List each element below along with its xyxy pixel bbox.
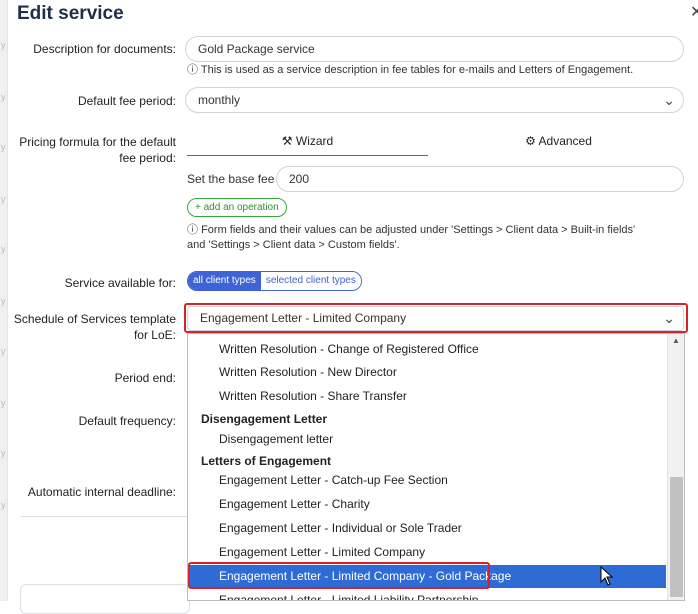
base-fee-value: 200 <box>289 172 310 186</box>
scrollbar-thumb[interactable] <box>670 477 683 597</box>
pricing-label-line1: Pricing formula for the default <box>19 135 176 149</box>
tab-wizard-label: Wizard <box>295 134 334 148</box>
close-icon[interactable]: ✕ <box>690 2 698 22</box>
client-type-toggle: all client types selected client types <box>187 271 362 291</box>
chevron-down-icon: ⌄ <box>663 92 675 108</box>
all-client-types-option[interactable]: all client types <box>188 272 261 290</box>
strip-glyph: y <box>1 194 6 204</box>
scroll-up-icon[interactable]: ▲ <box>672 336 680 345</box>
annotation-highlight-select <box>184 303 688 333</box>
pricing-hint-line2: and 'Settings > Client data > Custom fie… <box>187 239 400 251</box>
fee-period-label: Default fee period: <box>77 94 176 108</box>
fee-period-select[interactable]: monthly ⌄ <box>185 87 684 113</box>
option-el-llp[interactable]: Engagement Letter - Limited Liability Pa… <box>219 589 478 600</box>
pricing-label: Pricing formula for the default fee peri… <box>19 134 176 166</box>
description-hint-text: This is used as a service description in… <box>200 64 634 76</box>
option-written-resolution-share-transfer[interactable]: Written Resolution - Share Transfer <box>219 385 407 407</box>
tab-advanced-label: Advanced <box>538 134 592 148</box>
tab-advanced[interactable]: ⚙ Advanced <box>438 134 679 156</box>
description-label: Description for documents: <box>33 42 176 56</box>
description-hint: ⓘ This is used as a service description … <box>187 63 633 78</box>
strip-glyph: y <box>1 398 6 408</box>
selected-client-types-option[interactable]: selected client types <box>260 272 361 290</box>
strip-glyph: y <box>1 40 6 50</box>
dialog-title: Edit service <box>17 3 124 24</box>
option-el-catch-up[interactable]: Engagement Letter - Catch-up Fee Section <box>219 469 448 491</box>
tab-wizard[interactable]: ⚒ Wizard <box>187 134 428 156</box>
strip-glyph: y <box>1 500 6 510</box>
info-icon: ⓘ <box>187 224 198 236</box>
pricing-hint-line1: Form fields and their values can be adju… <box>201 224 636 236</box>
dropdown-scrollbar[interactable]: ▲ <box>667 334 684 600</box>
option-el-limited-company[interactable]: Engagement Letter - Limited Company <box>219 541 425 563</box>
description-value: Gold Package service <box>198 42 315 56</box>
base-fee-input[interactable]: 200 <box>276 166 684 192</box>
internal-deadline-label: Automatic internal deadline: <box>27 485 176 499</box>
default-frequency-label: Default frequency: <box>78 414 176 428</box>
info-icon: ⓘ <box>187 64 198 76</box>
description-input[interactable]: Gold Package service <box>185 36 684 62</box>
wand-icon: ⚒ <box>281 134 293 148</box>
strip-glyph: y <box>1 346 6 356</box>
option-disengagement-letter[interactable]: Disengagement letter <box>219 428 333 450</box>
advanced-gears-icon: ⚙ <box>525 134 536 148</box>
option-written-resolution-change-office[interactable]: Written Resolution - Change of Registere… <box>219 338 479 360</box>
group-letters-of-engagement: Letters of Engagement <box>201 454 332 468</box>
schedule-label: Schedule of Services template for LoE: <box>14 311 176 343</box>
pricing-hint: ⓘ Form fields and their values can be ad… <box>187 223 635 253</box>
fee-period-value: monthly <box>198 93 241 107</box>
strip-glyph: y <box>1 448 6 458</box>
mouse-cursor-icon <box>600 566 614 586</box>
group-disengagement-letter: Disengagement Letter <box>201 412 328 426</box>
strip-glyph: y <box>1 142 6 152</box>
strip-glyph: y <box>1 244 6 254</box>
option-written-resolution-new-director[interactable]: Written Resolution - New Director <box>219 361 397 383</box>
annotation-highlight-option <box>188 562 490 589</box>
strip-glyph: y <box>1 296 6 306</box>
background-page-strip: y y y y y y y y y y <box>0 0 8 601</box>
schedule-dropdown-list: Written Resolution - Change of Registere… <box>187 333 685 601</box>
strip-glyph: y <box>1 92 6 102</box>
option-el-charity[interactable]: Engagement Letter - Charity <box>219 493 370 515</box>
divider <box>20 516 190 517</box>
availability-label: Service available for: <box>64 276 176 290</box>
schedule-label-line2: for LoE: <box>133 328 176 342</box>
schedule-label-line1: Schedule of Services template <box>13 312 176 326</box>
period-end-label: Period end: <box>114 371 176 385</box>
option-el-individual[interactable]: Engagement Letter - Individual or Sole T… <box>219 517 462 539</box>
add-operation-button[interactable]: + add an operation <box>187 198 287 217</box>
pricing-label-line2: fee period: <box>119 151 176 165</box>
bottom-card <box>20 584 190 614</box>
